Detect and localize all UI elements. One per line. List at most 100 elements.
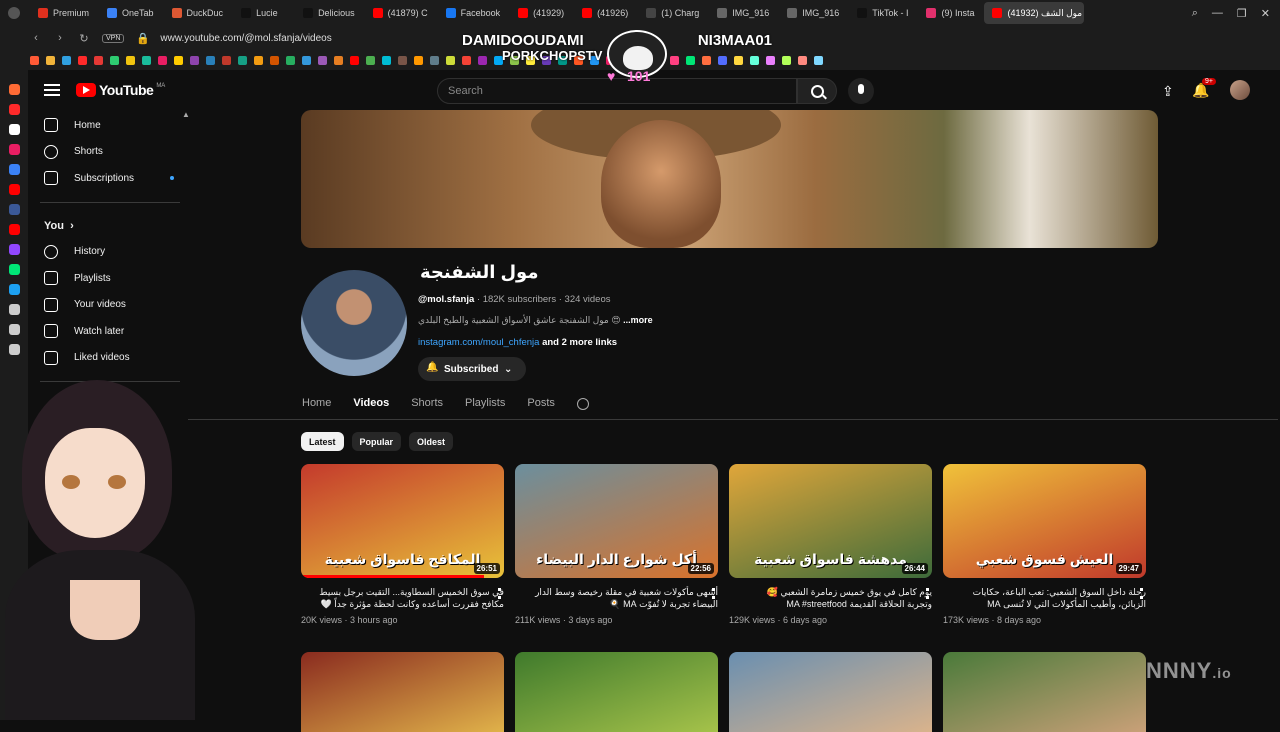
create-icon[interactable]: ⇪ bbox=[1162, 84, 1174, 98]
guide-you-heading[interactable]: You › bbox=[28, 213, 188, 239]
bookmark-icon[interactable] bbox=[798, 55, 807, 65]
bookmark-icon[interactable] bbox=[350, 55, 359, 65]
bookmark-icon[interactable] bbox=[158, 55, 167, 65]
bookmark-icon[interactable] bbox=[366, 55, 375, 65]
video-thumbnail[interactable] bbox=[729, 652, 932, 732]
video-thumbnail[interactable] bbox=[943, 652, 1146, 732]
browser-tab[interactable]: (1) Charg bbox=[638, 2, 707, 24]
side-panel-icon[interactable] bbox=[8, 84, 20, 95]
side-panel-icon[interactable] bbox=[8, 104, 20, 115]
browser-tab[interactable]: TikTok - I bbox=[849, 2, 916, 24]
video-more-options-icon[interactable] bbox=[926, 588, 929, 599]
video-thumbnail[interactable] bbox=[301, 652, 504, 732]
browser-tab[interactable]: IMG_916 bbox=[779, 2, 847, 24]
side-panel-icon[interactable] bbox=[8, 344, 20, 355]
video-title[interactable]: في سوق الخميس السطاوية... التقيت برجل بس… bbox=[301, 586, 504, 612]
chip-popular[interactable]: Popular bbox=[351, 432, 402, 451]
bookmark-icon[interactable] bbox=[62, 55, 71, 65]
tab-search-icon[interactable]: ⌕ bbox=[1192, 7, 1198, 20]
tab-playlists[interactable]: Playlists bbox=[465, 397, 505, 410]
bookmark-icon[interactable] bbox=[126, 55, 135, 65]
browser-tab[interactable]: Premium bbox=[30, 2, 97, 24]
bookmark-icon[interactable] bbox=[334, 55, 343, 65]
guide-item-subscriptions[interactable]: Subscriptions bbox=[28, 165, 188, 192]
close-icon[interactable]: ✕ bbox=[1261, 7, 1270, 20]
browser-tab[interactable]: (41929) bbox=[510, 2, 572, 24]
minimize-icon[interactable]: — bbox=[1212, 7, 1223, 19]
side-panel-icon[interactable] bbox=[8, 164, 20, 175]
tab-home[interactable]: Home bbox=[302, 397, 331, 410]
video-thumbnail[interactable]: العيش فسوق شعبي 29:47 bbox=[943, 464, 1146, 578]
video-more-options-icon[interactable] bbox=[712, 588, 715, 599]
video-card[interactable]: المكافح فاسواق شعبية 26:51 في سوق الخميس ا… bbox=[301, 464, 504, 625]
guide-item-your-videos[interactable]: Your videos bbox=[28, 292, 188, 319]
browser-tab[interactable]: Delicious bbox=[295, 2, 363, 24]
guide-item-history[interactable]: History bbox=[28, 239, 188, 266]
guide-menu-icon[interactable] bbox=[44, 84, 60, 96]
side-panel-icon[interactable] bbox=[8, 284, 20, 295]
bookmark-icon[interactable] bbox=[270, 55, 279, 65]
reload-icon[interactable]: ↻ bbox=[78, 32, 90, 45]
video-thumbnail[interactable]: المكافح فاسواق شعبية 26:51 bbox=[301, 464, 504, 578]
bookmark-icon[interactable] bbox=[110, 55, 119, 65]
bookmark-icon[interactable] bbox=[142, 55, 151, 65]
bookmark-icon[interactable] bbox=[414, 55, 423, 65]
browser-tab[interactable]: DuckDuc bbox=[164, 2, 232, 24]
channel-description[interactable]: مول الشفنجة عاشق الأسواق الشعبية والطبخ … bbox=[418, 315, 653, 326]
bookmark-icon[interactable] bbox=[94, 55, 103, 65]
bookmark-icon[interactable] bbox=[174, 55, 183, 65]
video-card[interactable]: العيش فسوق شعبي 29:47 رحلة داخل السوق الشع… bbox=[943, 464, 1146, 625]
video-title[interactable]: رحلة داخل السوق الشعبي: تعب الباعة، حكاي… bbox=[943, 586, 1146, 612]
tab-videos[interactable]: Videos bbox=[353, 397, 389, 410]
guide-item-home[interactable]: Home bbox=[28, 112, 188, 139]
side-panel-icon[interactable] bbox=[8, 264, 20, 275]
browser-tab[interactable]: IMG_916 bbox=[709, 2, 777, 24]
youtube-logo[interactable]: YouTube MA bbox=[76, 82, 165, 98]
forward-icon[interactable]: › bbox=[54, 32, 66, 44]
channel-search-icon[interactable] bbox=[576, 398, 589, 410]
bookmark-icon[interactable] bbox=[286, 55, 295, 65]
bookmark-icon[interactable] bbox=[254, 55, 263, 65]
bookmark-icon[interactable] bbox=[430, 55, 439, 65]
video-thumbnail[interactable]: مدهشة فاسواق شعبية 26:44 bbox=[729, 464, 932, 578]
bookmark-icon[interactable] bbox=[814, 55, 823, 65]
side-panel-icon[interactable] bbox=[8, 244, 20, 255]
video-title[interactable]: أشهى مأكولات شعبية في مقلة رخيصة وسط الد… bbox=[515, 586, 718, 612]
video-card[interactable]: أكل شوارع الدار البيضاء 22:56 أشهى مأكولات… bbox=[515, 464, 718, 625]
browser-tab[interactable]: (41932) مول الشف bbox=[984, 2, 1085, 24]
chip-latest[interactable]: Latest bbox=[301, 432, 344, 451]
video-title[interactable]: يوم كامل في يوق خميس زمامرة الشعبي 🥰 وتج… bbox=[729, 586, 932, 612]
url-field[interactable]: www.youtube.com/@mol.sfanja/videos bbox=[160, 33, 331, 44]
instagram-link[interactable]: instagram.com/moul_chfenja bbox=[418, 337, 539, 348]
more-links-link[interactable]: and 2 more links bbox=[542, 337, 617, 348]
guide-scroll-up-icon[interactable]: ▲ bbox=[182, 110, 190, 119]
back-icon[interactable]: ‹ bbox=[30, 32, 42, 44]
subscribed-button[interactable]: Subscribed ⌄ bbox=[418, 357, 527, 381]
search-button[interactable] bbox=[797, 78, 837, 104]
bookmark-icon[interactable] bbox=[190, 55, 199, 65]
vpn-badge[interactable]: VPN bbox=[102, 33, 125, 43]
side-panel-icon[interactable] bbox=[8, 144, 20, 155]
bookmark-icon[interactable] bbox=[302, 55, 311, 65]
side-panel-icon[interactable] bbox=[8, 204, 20, 215]
account-avatar[interactable] bbox=[1230, 80, 1250, 100]
video-card[interactable]: مدهشة فاسواق شعبية 26:44 يوم كامل في يوق خ… bbox=[729, 464, 932, 625]
browser-tab[interactable]: Facebook bbox=[438, 2, 509, 24]
browser-menu-icon[interactable] bbox=[8, 7, 20, 19]
video-more-options-icon[interactable] bbox=[1140, 588, 1143, 599]
video-more-options-icon[interactable] bbox=[498, 588, 501, 599]
tab-posts[interactable]: Posts bbox=[527, 397, 555, 410]
video-card[interactable] bbox=[515, 652, 718, 732]
browser-tab[interactable]: Lucie bbox=[233, 2, 293, 24]
video-card[interactable] bbox=[943, 652, 1146, 732]
guide-item-watch-later[interactable]: Watch later bbox=[28, 318, 188, 345]
side-panel-icon[interactable] bbox=[8, 324, 20, 335]
browser-tab[interactable]: (41879) C bbox=[365, 2, 436, 24]
side-panel-icon[interactable] bbox=[8, 184, 20, 195]
video-thumbnail[interactable]: أكل شوارع الدار البيضاء 22:56 bbox=[515, 464, 718, 578]
bookmark-icon[interactable] bbox=[46, 55, 55, 65]
description-more-link[interactable]: ...more bbox=[623, 315, 653, 325]
channel-avatar[interactable] bbox=[301, 270, 407, 376]
browser-tab[interactable]: (41926) bbox=[574, 2, 636, 24]
bookmark-icon[interactable] bbox=[782, 55, 791, 65]
